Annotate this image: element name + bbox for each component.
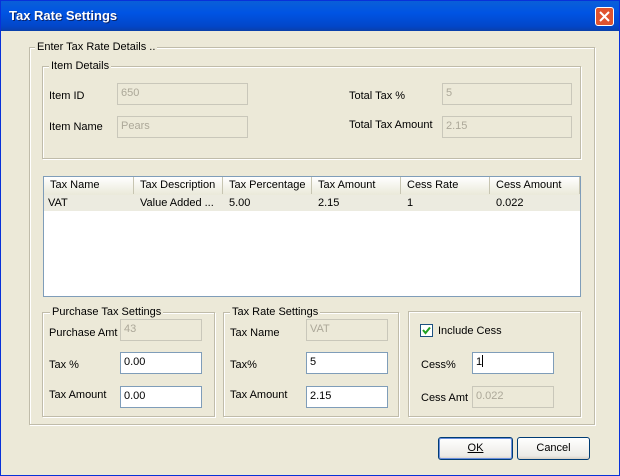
item-id-label: Item ID: [49, 90, 85, 102]
include-cess-label[interactable]: Include Cess: [438, 325, 502, 338]
tax-rate-pct-label: Tax%: [230, 359, 257, 371]
cancel-button[interactable]: Cancel: [517, 437, 590, 460]
ok-button[interactable]: OK: [438, 437, 513, 460]
item-id-field: 650: [117, 83, 248, 105]
purchase-tax-pct-label: Tax %: [49, 359, 79, 371]
purchase-amt-field: 43: [120, 319, 202, 341]
tax-name-field: VAT: [306, 319, 388, 341]
purchase-tax-amount-input[interactable]: 0.00: [120, 386, 202, 408]
table-row[interactable]: VAT Value Added ... 5.00 2.15 1 0.022: [44, 195, 580, 211]
cess-pct-label: Cess%: [421, 359, 456, 371]
close-icon: [599, 11, 610, 22]
table-cell: 2.15: [318, 197, 340, 209]
purchase-amt-label: Purchase Amt: [49, 327, 118, 339]
table-cell: Value Added ...: [140, 197, 214, 209]
table-cell: 5.00: [229, 197, 251, 209]
enter-tax-rate-details-legend: Enter Tax Rate Details ..: [35, 41, 158, 54]
table-header: Tax Name Tax Description Tax Percentage …: [44, 177, 580, 196]
total-tax-label: Total Tax %: [349, 90, 406, 102]
cancel-button-label: Cancel: [536, 442, 571, 454]
title-bar[interactable]: Tax Rate Settings: [1, 1, 619, 31]
table-cell: 1: [407, 197, 414, 209]
tax-rate-settings-dialog: Tax Rate Settings Enter Tax Rate Details…: [0, 0, 620, 476]
column-header-tax-name[interactable]: Tax Name: [44, 177, 134, 194]
total-tax-field: 5: [442, 83, 572, 105]
tax-list-table[interactable]: Tax Name Tax Description Tax Percentage …: [43, 176, 581, 297]
window-title: Tax Rate Settings: [9, 8, 118, 23]
tax-rate-settings-legend: Tax Rate Settings: [230, 306, 321, 319]
cess-pct-input[interactable]: 1: [472, 352, 554, 374]
column-header-tax-amount[interactable]: Tax Amount: [312, 177, 401, 194]
table-cell: 0.022: [496, 197, 524, 209]
purchase-tax-amount-label: Tax Amount: [49, 389, 107, 401]
table-cell: VAT: [48, 197, 68, 209]
tax-rate-amount-input[interactable]: 2.15: [306, 386, 388, 408]
item-name-label: Item Name: [49, 121, 103, 133]
column-header-cess-amount[interactable]: Cess Amount: [490, 177, 580, 194]
column-header-tax-percentage[interactable]: Tax Percentage: [223, 177, 312, 194]
item-details-legend: Item Details: [49, 60, 112, 73]
tax-name-label: Tax Name: [230, 327, 280, 339]
close-button[interactable]: [595, 7, 614, 26]
column-header-cess-rate[interactable]: Cess Rate: [401, 177, 490, 194]
column-header-tax-description[interactable]: Tax Description: [134, 177, 223, 194]
checkmark-icon: [422, 326, 431, 335]
include-cess-checkbox[interactable]: [420, 324, 433, 337]
purchase-tax-pct-input[interactable]: 0.00: [120, 352, 202, 374]
purchase-tax-settings-legend: Purchase Tax Settings: [50, 306, 164, 319]
cess-amt-field: 0.022: [472, 386, 554, 408]
total-tax-amount-field: 2.15: [442, 116, 572, 138]
text-cursor: [482, 355, 484, 367]
item-details-group: [42, 66, 581, 159]
total-tax-amount-label: Total Tax Amount: [349, 119, 433, 131]
ok-button-label: OK: [467, 442, 484, 454]
tax-rate-amount-label: Tax Amount: [230, 389, 288, 401]
tax-rate-pct-input[interactable]: 5: [306, 352, 388, 374]
cess-amt-label: Cess Amt: [421, 392, 469, 404]
item-name-field: Pears: [117, 116, 248, 138]
